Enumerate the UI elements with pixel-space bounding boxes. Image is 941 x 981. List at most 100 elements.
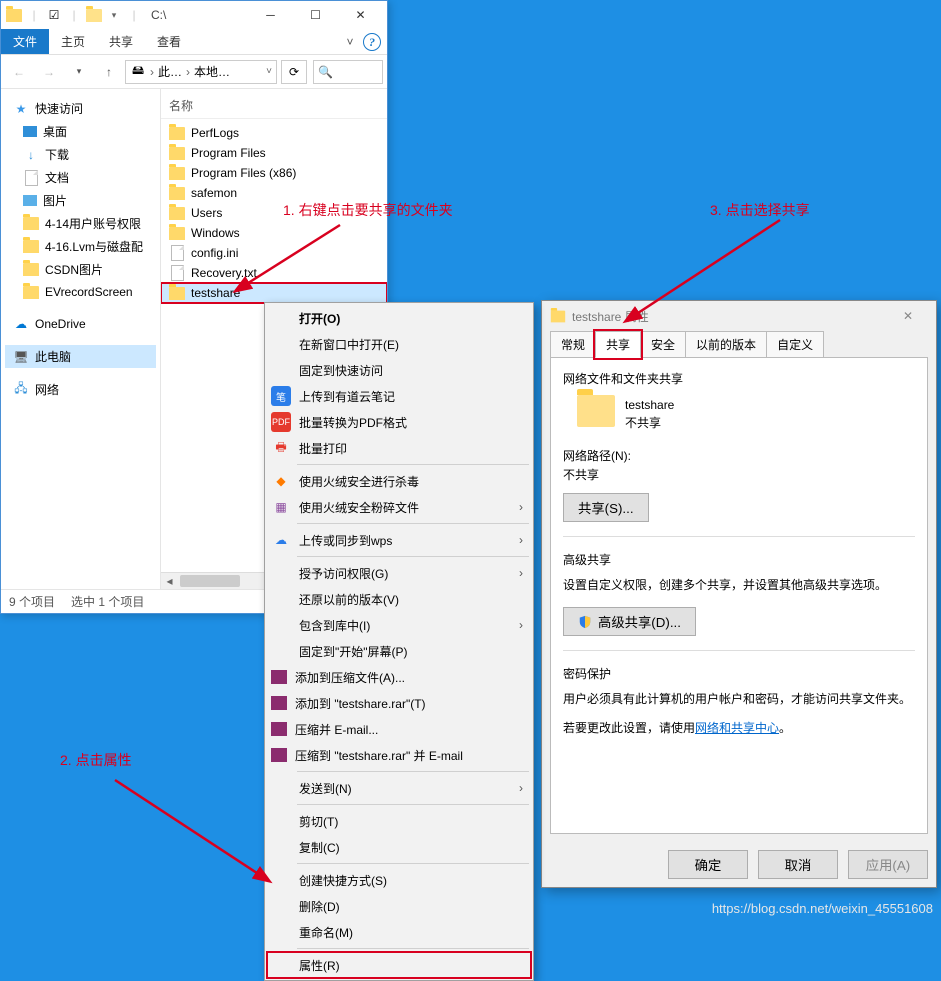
section-network-share: 网络文件和文件夹共享 (563, 370, 915, 387)
breadcrumb-chevron[interactable]: › (186, 65, 190, 79)
folder-icon (5, 6, 23, 24)
ctx-include-library[interactable]: 包含到库中(I)› (267, 612, 531, 638)
nav-desktop[interactable]: 桌面 (5, 120, 156, 143)
nav-up-button[interactable]: ↑ (95, 58, 123, 86)
file-row[interactable]: Program Files (161, 143, 387, 163)
nav-network[interactable]: 🖧网络 (5, 378, 156, 401)
nav-history-button[interactable]: ▾ (65, 58, 93, 86)
nav-onedrive[interactable]: ☁OneDrive (5, 313, 156, 335)
file-row[interactable]: PerfLogs (161, 123, 387, 143)
ribbon-tab-home[interactable]: 主页 (49, 29, 97, 54)
maximize-button[interactable]: ☐ (293, 1, 338, 29)
file-row[interactable]: Recovery.txt (161, 263, 387, 283)
scrollbar-thumb[interactable] (180, 575, 240, 587)
tab-security[interactable]: 安全 (640, 331, 686, 358)
ok-button[interactable]: 确定 (668, 850, 748, 879)
ctx-compress-rar-email[interactable]: 压缩到 "testshare.rar" 并 E-mail (267, 742, 531, 768)
cancel-button[interactable]: 取消 (758, 850, 838, 879)
close-button[interactable]: ✕ (338, 1, 383, 29)
search-input[interactable]: 🔍 (313, 60, 383, 84)
ctx-properties[interactable]: 属性(R) (267, 952, 531, 978)
status-selected-count: 选中 1 个项目 (71, 593, 144, 610)
ctx-compress-email[interactable]: 压缩并 E-mail... (267, 716, 531, 742)
rar-icon (271, 670, 287, 684)
ctx-grant-access[interactable]: 授予访问权限(G)› (267, 560, 531, 586)
ctx-rename[interactable]: 重命名(M) (267, 919, 531, 945)
ribbon-tab-share[interactable]: 共享 (97, 29, 145, 54)
nav-folder-1[interactable]: 4-14用户账号权限 (5, 212, 156, 235)
apply-button[interactable]: 应用(A) (848, 850, 928, 879)
ctx-restore-previous[interactable]: 还原以前的版本(V) (267, 586, 531, 612)
file-row[interactable]: config.ini (161, 243, 387, 263)
nav-this-pc[interactable]: 🖥此电脑 (5, 345, 156, 368)
huorong-icon: ◆ (271, 471, 291, 491)
sharing-panel: 网络文件和文件夹共享 testshare 不共享 网络路径(N): 不共享 共享… (550, 357, 928, 834)
ctx-wps-sync[interactable]: ☁上传或同步到wps› (267, 527, 531, 553)
qat-sep2: | (65, 6, 83, 24)
chevron-right-icon: › (519, 566, 523, 580)
nav-forward-button[interactable]: → (35, 58, 63, 86)
tab-previous-versions[interactable]: 以前的版本 (685, 331, 767, 358)
ctx-copy[interactable]: 复制(C) (267, 834, 531, 860)
ctx-open-new-window[interactable]: 在新窗口中打开(E) (267, 331, 531, 357)
ctx-batch-print[interactable]: 🖶批量打印 (267, 435, 531, 461)
ctx-pin-start[interactable]: 固定到"开始"屏幕(P) (267, 638, 531, 664)
ctx-huorong-shred[interactable]: ▦使用火绒安全粉碎文件› (267, 494, 531, 520)
tab-sharing[interactable]: 共享 (595, 331, 641, 358)
folder-icon (169, 145, 185, 161)
nav-folder-3[interactable]: CSDN图片 (5, 258, 156, 281)
file-row-testshare[interactable]: testshare (161, 283, 387, 303)
tab-customize[interactable]: 自定义 (766, 331, 824, 358)
ctx-pin-quick-access[interactable]: 固定到快速访问 (267, 357, 531, 383)
ctx-convert-pdf[interactable]: PDF批量转换为PDF格式 (267, 409, 531, 435)
file-row[interactable]: Program Files (x86) (161, 163, 387, 183)
properties-title: testshare 属性 (572, 308, 649, 325)
column-header-name[interactable]: 名称 (161, 93, 387, 119)
close-button[interactable]: ✕ (888, 309, 928, 323)
ctx-add-archive[interactable]: 添加到压缩文件(A)... (267, 664, 531, 690)
arrow-2 (105, 770, 275, 890)
nav-downloads[interactable]: ↓下载 (5, 143, 156, 166)
shred-icon: ▦ (271, 497, 291, 517)
nav-documents[interactable]: 文档 (5, 166, 156, 189)
qat-dropdown-icon[interactable]: ▾ (105, 6, 123, 24)
ctx-send-to[interactable]: 发送到(N)› (267, 775, 531, 801)
refresh-button[interactable]: ⟳ (281, 60, 307, 84)
breadcrumb-2[interactable]: 本地… (194, 63, 230, 80)
nav-folder-4[interactable]: EVrecordScreen (5, 281, 156, 303)
nav-quick-access[interactable]: ★快速访问 (5, 97, 156, 120)
ribbon-expand-icon[interactable]: ˅ (337, 29, 363, 54)
address-bar: ← → ▾ ↑ 🖴 › 此… › 本地… ˅ ⟳ 🔍 (1, 55, 387, 89)
ctx-cut[interactable]: 剪切(T) (267, 808, 531, 834)
ctx-open[interactable]: 打开(O) (267, 305, 531, 331)
ribbon-tab-file[interactable]: 文件 (1, 29, 49, 54)
advanced-sharing-button[interactable]: 高级共享(D)... (563, 607, 696, 636)
network-sharing-center-link[interactable]: 网络和共享中心 (695, 721, 779, 735)
ctx-huorong-scan[interactable]: ◆使用火绒安全进行杀毒 (267, 468, 531, 494)
ctx-add-rar[interactable]: 添加到 "testshare.rar"(T) (267, 690, 531, 716)
tab-general[interactable]: 常规 (550, 331, 596, 358)
youdao-icon: 笔 (271, 386, 291, 406)
address-dropdown-icon[interactable]: ˅ (266, 66, 272, 77)
file-row[interactable]: Windows (161, 223, 387, 243)
checkbox-icon[interactable]: ☑ (45, 6, 63, 24)
wps-cloud-icon: ☁ (271, 530, 291, 550)
ribbon-tab-view[interactable]: 查看 (145, 29, 193, 54)
nav-back-button[interactable]: ← (5, 58, 33, 86)
share-button[interactable]: 共享(S)... (563, 493, 649, 522)
file-row[interactable]: Users (161, 203, 387, 223)
address-box[interactable]: 🖴 › 此… › 本地… ˅ (125, 60, 277, 84)
breadcrumb-1[interactable]: 此… (158, 63, 182, 80)
nav-pictures[interactable]: 图片 (5, 189, 156, 212)
help-icon[interactable]: ? (363, 33, 381, 51)
ctx-delete[interactable]: 删除(D) (267, 893, 531, 919)
minimize-button[interactable]: ─ (248, 1, 293, 29)
file-row[interactable]: safemon (161, 183, 387, 203)
nav-folder-2[interactable]: 4-16.Lvm与磁盘配 (5, 235, 156, 258)
section-password-protection: 密码保护 (563, 665, 915, 682)
ctx-upload-youdao[interactable]: 笔上传到有道云笔记 (267, 383, 531, 409)
ctx-create-shortcut[interactable]: 创建快捷方式(S) (267, 867, 531, 893)
scroll-left-icon[interactable]: ◂ (161, 573, 178, 589)
network-path-value: 不共享 (563, 466, 915, 483)
breadcrumb-chevron[interactable]: › (150, 65, 154, 79)
